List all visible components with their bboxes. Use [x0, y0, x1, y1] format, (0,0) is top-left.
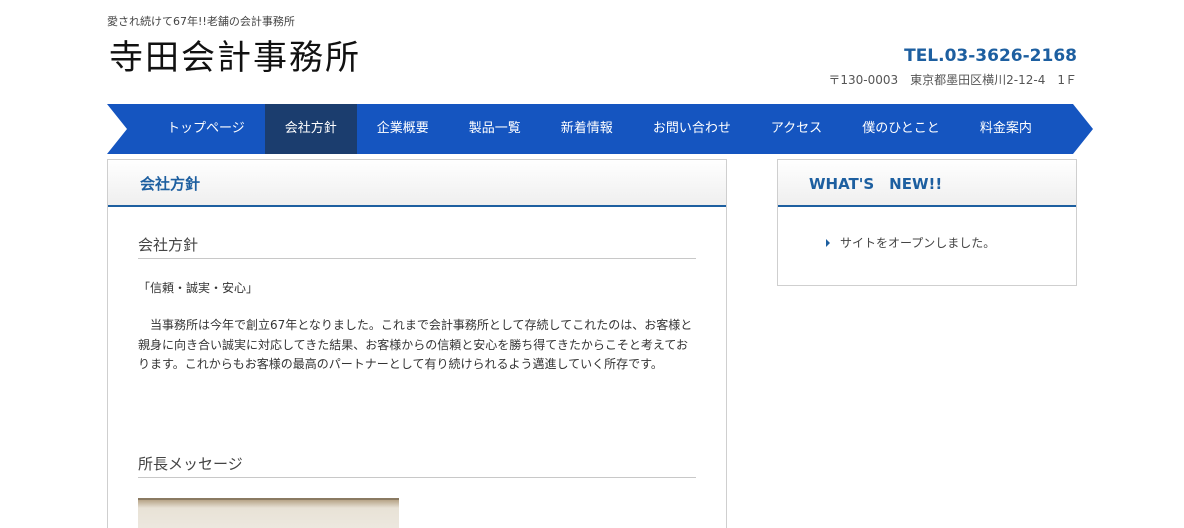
nav-item-policy[interactable]: 会社方針: [264, 104, 357, 154]
nav-items: トップページ 会社方針 企業概要 製品一覧 新着情報 お問い合わせ アクセス 僕…: [147, 104, 1052, 154]
news-item[interactable]: サイトをオープンしました。: [826, 234, 995, 251]
nav-item-contact[interactable]: お問い合わせ: [633, 104, 751, 154]
phone-number: TEL.03-3626-2168: [904, 46, 1077, 66]
address: 〒130-0003 東京都墨田区横川2-12-4 1Ｆ: [828, 73, 1077, 87]
policy-motto: 「信頼・誠実・安心」: [138, 281, 259, 295]
page: 愛され続けて67年!!老舗の会計事務所 寺田会計事務所 TEL.03-3626-…: [0, 0, 1184, 528]
main-panel-header: 会社方針: [108, 160, 726, 207]
nav-item-access[interactable]: アクセス: [751, 104, 842, 154]
news-title: WHAT'S NEW!!: [809, 175, 943, 193]
nav-item-pricing[interactable]: 料金案内: [960, 104, 1052, 154]
policy-paragraph: 当事務所は今年で創立67年となりました。これまで会計事務所として存続してこれたの…: [138, 318, 693, 371]
director-message-heading: 所長メッセージ: [138, 453, 696, 478]
header-tagline: 愛され続けて67年!!老舗の会計事務所: [107, 15, 295, 28]
nav-item-news[interactable]: 新着情報: [541, 104, 633, 154]
nav-item-blog[interactable]: 僕のひとこと: [842, 104, 960, 154]
director-photo: [138, 498, 399, 528]
news-sidebar-header: WHAT'S NEW!!: [778, 160, 1076, 207]
nav-item-top[interactable]: トップページ: [147, 104, 265, 154]
news-item-text: サイトをオープンしました。: [840, 236, 996, 250]
nav-item-products[interactable]: 製品一覧: [449, 104, 541, 154]
main-content-panel: 会社方針 会社方針 「信頼・誠実・安心」 当事務所は今年で創立67年となりました…: [107, 159, 727, 528]
news-sidebar: WHAT'S NEW!! サイトをオープンしました。: [777, 159, 1077, 286]
policy-heading: 会社方針: [138, 234, 696, 259]
main-navigation: トップページ 会社方針 企業概要 製品一覧 新着情報 お問い合わせ アクセス 僕…: [107, 104, 1093, 154]
nav-item-company[interactable]: 企業概要: [357, 104, 449, 154]
page-title: 会社方針: [140, 175, 201, 193]
site-title[interactable]: 寺田会計事務所: [109, 39, 361, 77]
triangle-bullet-icon: [826, 238, 830, 247]
